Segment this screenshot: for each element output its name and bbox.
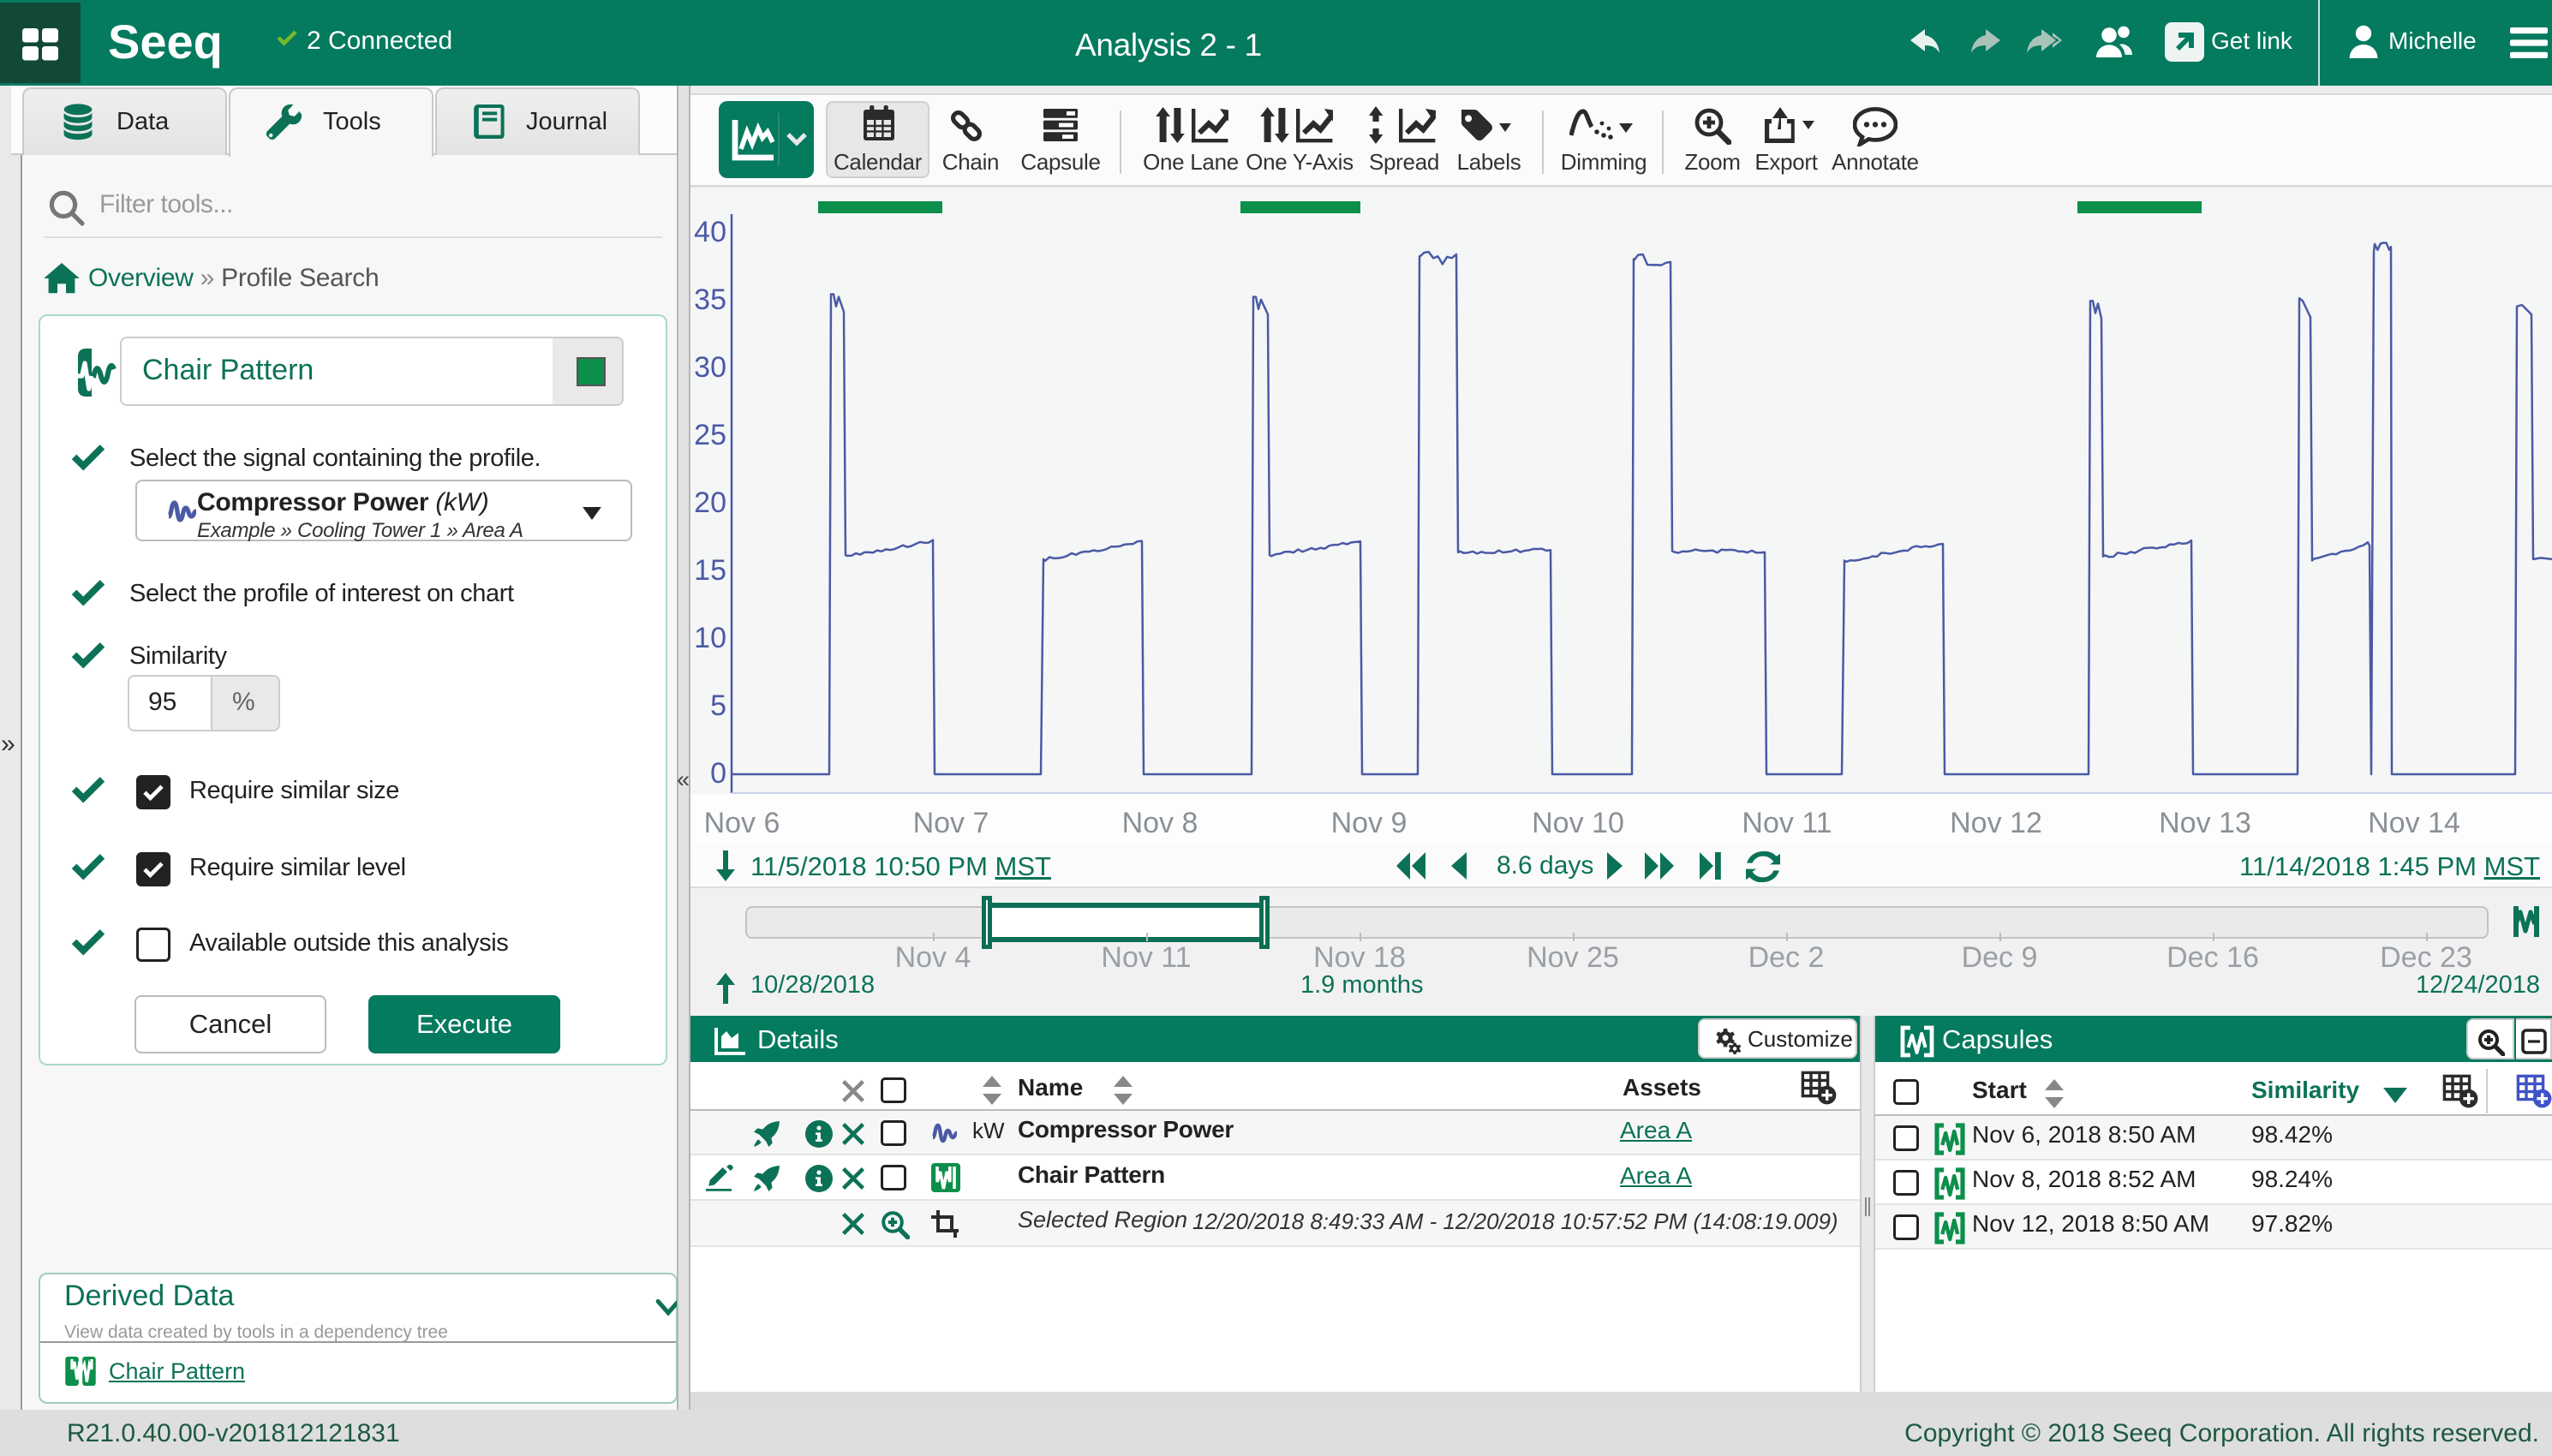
svg-text:Seeq: Seeq: [108, 19, 223, 69]
